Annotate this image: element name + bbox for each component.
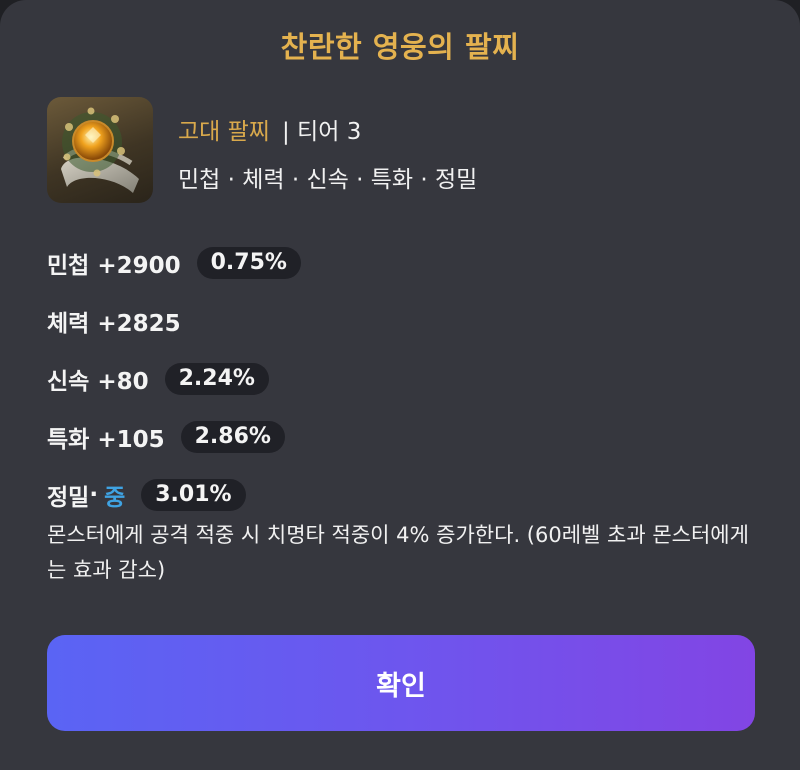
stat-percent-badge: 2.24% [164,363,269,395]
stat-percent-badge: 3.01% [141,479,246,511]
stat-label: 정밀 [47,485,90,511]
stat-label: 특화 +105 [47,427,165,453]
effect-description: 몬스터에게 공격 적중 시 치명타 적중이 4% 증가한다. (60레벨 초과 … [47,523,749,582]
item-tier: | 티어 3 [282,119,362,145]
stat-row-specialization: 특화 +105 2.86% [47,419,285,455]
bracelet-item-icon [47,97,153,203]
stat-percent-badge: 2.86% [180,421,285,453]
stat-row-vitality: 체력 +2825 [47,303,181,339]
stat-percent-badge: 0.75% [196,247,301,279]
dialog-title: 찬란한 영웅의 팔찌 [280,30,520,64]
stat-label: 신속 +80 [47,369,149,395]
stat-grade-mid: 중 [104,485,126,511]
stat-label: 체력 +2825 [47,311,181,337]
confirm-button-label: 확인 [376,670,426,702]
bracelet-detail-dialog: 찬란한 영웅의 팔찌 고대 팔찌 | 티어 3 민첩 · 체력 · 신속 · 특… [0,0,800,770]
stat-row-precision: 정밀 · 중 3.01% [47,477,246,513]
confirm-button[interactable]: 확인 [47,635,755,731]
bracelet-item-icon-art [61,107,139,193]
stat-label: 민첩 +2900 [47,253,181,279]
stat-row-swiftness: 신속 +80 2.24% [47,361,269,397]
stat-row-agility: 민첩 +2900 0.75% [47,245,301,281]
stat-separator: · [89,482,99,508]
item-grade: 고대 팔찌 [178,119,270,145]
item-stat-list: 민첩 · 체력 · 신속 · 특화 · 정밀 [178,167,478,193]
